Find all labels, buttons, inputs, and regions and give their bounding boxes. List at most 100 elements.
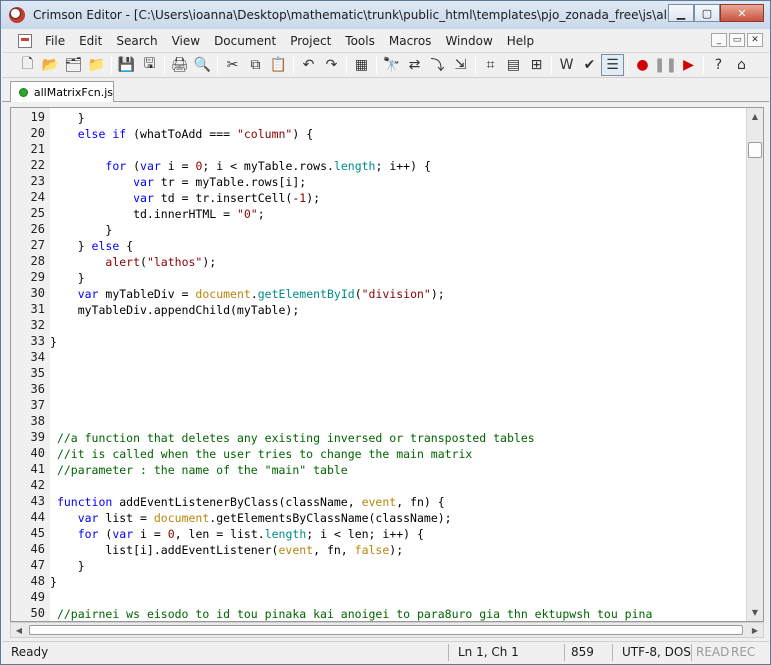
home-icon: ⌂	[737, 57, 746, 73]
code-line[interactable]: var myTableDiv = document.getElementById…	[50, 286, 445, 302]
scroll-up-icon[interactable]: ▲	[747, 108, 763, 125]
play-macro-button[interactable]: ▶	[677, 54, 700, 76]
menu-macros[interactable]: Macros	[382, 34, 439, 48]
code-token: );	[306, 191, 321, 205]
code-area[interactable]: } else if (whatToAdd === "column") { for…	[50, 108, 747, 621]
line-number: 29	[30, 270, 45, 284]
cut-button[interactable]: ✂	[221, 54, 244, 76]
horizontal-scroll-thumb[interactable]	[29, 625, 743, 635]
code-line[interactable]: for (var i = 0; i < myTable.rows.length;…	[50, 158, 430, 174]
doc-restore-button[interactable]: ▭	[729, 33, 745, 47]
code-editor[interactable]: 19 20 21 22 23 24 25 26 27 28 29 30 31 32 33 34 35 36 37 38…	[10, 107, 764, 622]
line-number: 24	[30, 190, 45, 204]
tab-allmatrixfcn[interactable]: allMatrixFcn.js	[10, 81, 114, 102]
maximize-icon: ▢	[701, 6, 713, 20]
code-token: else	[91, 239, 120, 253]
code-token: td = tr.insertCell(-	[153, 191, 300, 205]
code-line[interactable]: myTableDiv.appendChild(myTable);	[50, 302, 300, 318]
code-line[interactable]: list[i].addEventListener(event, fn, fals…	[50, 542, 403, 558]
code-line[interactable]: }	[50, 222, 112, 238]
word-wrap-icon: ⌗	[486, 57, 495, 73]
menu-tools[interactable]: Tools	[338, 34, 382, 48]
menu-file[interactable]: File	[38, 34, 72, 48]
undo-button[interactable]: ↶	[297, 54, 320, 76]
scroll-down-icon[interactable]: ▼	[747, 604, 763, 621]
code-line[interactable]: } else {	[50, 238, 133, 254]
word-wrap-w-button[interactable]: W	[555, 54, 578, 76]
close-button[interactable]: ✕	[720, 4, 764, 22]
record-macro-button[interactable]: ●	[631, 54, 654, 76]
open-project-button[interactable]: 🗂	[62, 54, 85, 76]
find-next-button[interactable]: ⤵	[426, 54, 449, 76]
save-button[interactable]: 💾	[115, 54, 138, 76]
new-file-button[interactable]: 🗋	[16, 54, 39, 76]
scroll-left-icon[interactable]: ◀	[11, 623, 27, 637]
code-line[interactable]: }	[50, 574, 57, 590]
line-numbers-button[interactable]: ☰	[601, 54, 624, 76]
code-line[interactable]: var td = tr.insertCell(-1);	[50, 190, 320, 206]
code-token: for	[77, 527, 99, 541]
code-token: //a function that deletes any existing i…	[56, 431, 535, 445]
code-line[interactable]: //a function that deletes any existing i…	[50, 430, 535, 446]
save-all-button[interactable]: 🖫	[138, 54, 161, 76]
directory-tree-button[interactable]: ⊞	[525, 54, 548, 76]
title-bar[interactable]: Crimson Editor - [C:\Users\ioanna\Deskto…	[1, 1, 770, 29]
crimson-editor-icon[interactable]	[9, 7, 25, 23]
menu-project[interactable]: Project	[283, 34, 338, 48]
find-button[interactable]: 🔭	[380, 54, 403, 76]
redo-button[interactable]: ↷	[320, 54, 343, 76]
copy-button[interactable]: ⧉	[244, 54, 267, 76]
code-token: addEventListenerByClass(className,	[112, 495, 362, 509]
goto-button[interactable]: ⇲	[449, 54, 472, 76]
directory-tree-icon: ⊞	[530, 57, 543, 73]
menu-view[interactable]: View	[165, 34, 207, 48]
spell-check-button[interactable]: ✔	[578, 54, 601, 76]
toggle-panel-button[interactable]: ▤	[502, 54, 525, 76]
toolbar-separator	[627, 56, 628, 74]
menu-edit[interactable]: Edit	[72, 34, 109, 48]
doc-minimize-button[interactable]: _	[711, 33, 727, 47]
replace-icon: ⇄	[408, 57, 421, 73]
open-folder-button[interactable]: 📂	[39, 54, 62, 76]
horizontal-scrollbar[interactable]: ◀ ▶	[10, 622, 764, 638]
code-token: ; i < len; i++) {	[306, 527, 424, 541]
minimize-button[interactable]: ▁	[668, 4, 694, 22]
open-remote-button[interactable]: 📁	[85, 54, 108, 76]
code-line[interactable]: alert("lathos");	[50, 254, 216, 270]
code-line[interactable]: }	[50, 334, 57, 350]
home-button[interactable]: ⌂	[730, 54, 753, 76]
replace-button[interactable]: ⇄	[403, 54, 426, 76]
vertical-scroll-thumb[interactable]	[748, 142, 762, 158]
menu-help[interactable]: Help	[500, 34, 541, 48]
scroll-right-icon[interactable]: ▶	[747, 623, 763, 637]
line-number: 41	[30, 462, 45, 476]
code-line[interactable]: function addEventListenerByClass(classNa…	[50, 494, 445, 510]
code-line[interactable]: var list = document.getElementsByClassNa…	[50, 510, 452, 526]
code-line[interactable]: //parameter : the name of the "main" tab…	[50, 462, 348, 478]
doc-close-button[interactable]: ✕	[747, 33, 763, 47]
code-line[interactable]: for (var i = 0, len = list.length; i < l…	[50, 526, 424, 542]
print-button[interactable]: 🖨	[168, 54, 191, 76]
select-all-button[interactable]: ▦	[350, 54, 373, 76]
paste-button[interactable]: 📋	[267, 54, 290, 76]
help-button[interactable]: ?	[707, 54, 730, 76]
code-line[interactable]: td.innerHTML = "0";	[50, 206, 265, 222]
code-line[interactable]: }	[50, 110, 85, 126]
code-line[interactable]: //it is called when the user tries to ch…	[50, 446, 472, 462]
vertical-scrollbar[interactable]: ▲ ▼	[746, 108, 763, 621]
line-number: 20	[30, 126, 45, 140]
pause-macro-button[interactable]: ❚❚	[654, 54, 677, 76]
code-line[interactable]: }	[50, 558, 85, 574]
menu-search[interactable]: Search	[109, 34, 164, 48]
code-line[interactable]: var tr = myTable.rows[i];	[50, 174, 306, 190]
word-wrap-button[interactable]: ⌗	[479, 54, 502, 76]
menu-window[interactable]: Window	[438, 34, 499, 48]
code-line[interactable]: }	[50, 270, 85, 286]
document-icon[interactable]	[18, 34, 32, 48]
print-preview-button[interactable]: 🔍	[191, 54, 214, 76]
maximize-button[interactable]: ▢	[694, 4, 720, 22]
code-line[interactable]: else if (whatToAdd === "column") {	[50, 126, 313, 142]
code-line[interactable]: //pairnei ws eisodo to id tou pinaka kai…	[50, 606, 652, 621]
menu-document[interactable]: Document	[207, 34, 283, 48]
line-number: 28	[30, 254, 45, 268]
